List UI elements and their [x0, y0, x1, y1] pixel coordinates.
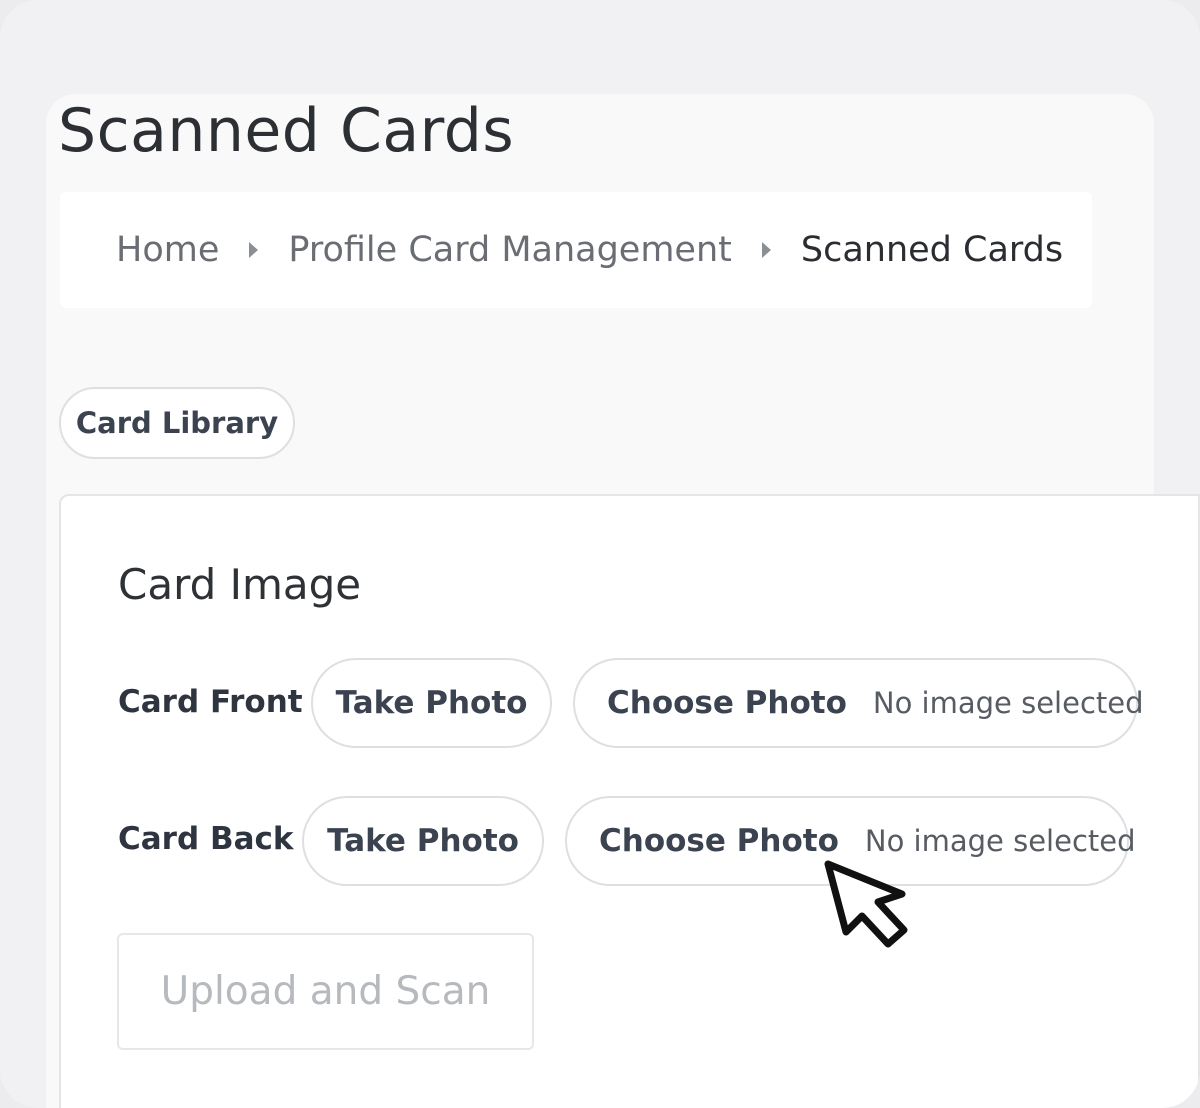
app-window: Scanned Cards Home Profile Card Manageme… [0, 0, 1200, 1108]
caret-right-icon [761, 242, 771, 258]
breadcrumb-current: Scanned Cards [800, 230, 1064, 270]
card-front-file-status: No image selected [872, 686, 1144, 720]
card-back-choose-photo-button[interactable]: Choose Photo [599, 823, 839, 859]
card-front-label: Card Front [118, 684, 303, 720]
page-title: Scanned Cards [58, 96, 515, 166]
mouse-pointer-icon [824, 860, 908, 948]
card-front-choose-photo-button[interactable]: Choose Photo [607, 685, 847, 721]
card-front-take-photo-button[interactable]: Take Photo [311, 658, 552, 748]
card-library-button[interactable]: Card Library [59, 387, 295, 459]
upload-and-scan-button[interactable]: Upload and Scan [117, 933, 534, 1050]
caret-right-icon [249, 242, 259, 258]
card-front-file-input[interactable]: Choose Photo No image selected [573, 658, 1144, 748]
card-back-take-photo-button[interactable]: Take Photo [302, 796, 544, 886]
breadcrumb: Home Profile Card Management Scanned Car… [60, 192, 1092, 308]
card-image-title: Card Image [118, 560, 362, 609]
card-back-label: Card Back [118, 821, 294, 857]
breadcrumb-home[interactable]: Home [116, 230, 219, 270]
breadcrumb-profile-card-management[interactable]: Profile Card Management [288, 230, 732, 270]
